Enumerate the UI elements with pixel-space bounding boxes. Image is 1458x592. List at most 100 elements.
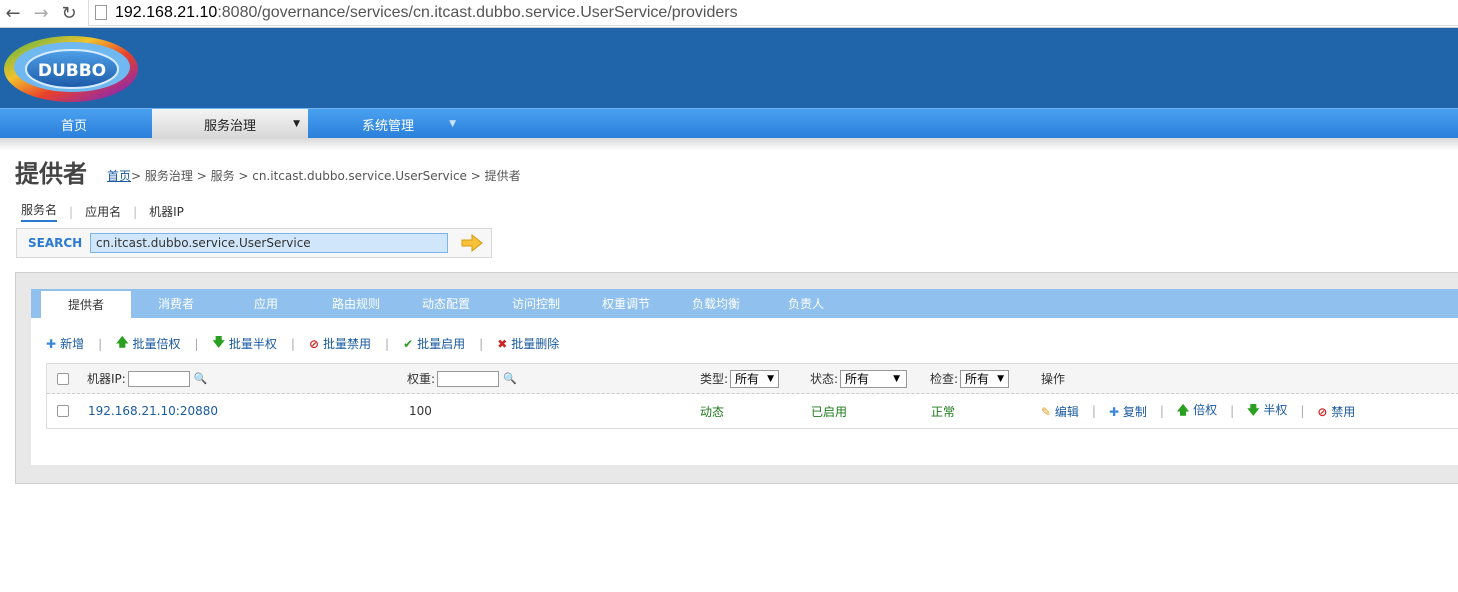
- nav-home[interactable]: 首页: [0, 109, 148, 139]
- add-label: 新增: [60, 337, 85, 351]
- copy-button[interactable]: ✚ 复制: [1109, 403, 1147, 420]
- header-ops-label: 操作: [1041, 372, 1066, 386]
- browser-address-bar: ← → ↻ 192.168.21.10:8080/governance/serv…: [0, 0, 1458, 28]
- header-ip: 机器IP: 🔍: [87, 364, 208, 393]
- header-status: 状态: 所有 ▼: [810, 364, 907, 393]
- search-go-arrow-icon[interactable]: [461, 234, 483, 252]
- batch-delete-label: 批量删除: [511, 337, 560, 351]
- search-tab-ip[interactable]: 机器IP: [149, 203, 184, 220]
- select-all-cell: [57, 364, 69, 393]
- table-row: 192.168.21.10:20880 100 动态 已启用 正常 ✎ 编辑 |…: [47, 394, 1458, 428]
- batch-disable-button[interactable]: ⊘ 批量禁用: [309, 335, 371, 352]
- search-icon[interactable]: 🔍: [194, 372, 208, 385]
- type-filter-select[interactable]: 所有 ▼: [730, 369, 779, 388]
- divider: |: [479, 336, 484, 351]
- chevron-down-icon: ▼: [997, 373, 1004, 384]
- double-weight-label: 倍权: [1193, 402, 1218, 417]
- divider: |: [69, 204, 74, 219]
- select-all-checkbox[interactable]: [57, 372, 69, 385]
- nav-system-management-label: 系统管理: [361, 118, 414, 134]
- row-ip-link[interactable]: 192.168.21.10:20880: [88, 404, 218, 418]
- logo-text: DUBBO: [38, 61, 106, 81]
- weight-filter-input[interactable]: [437, 370, 500, 387]
- header-ops: 操作: [1041, 364, 1065, 393]
- check-filter-value: 所有: [965, 372, 990, 386]
- tab-owners[interactable]: 负责人: [761, 289, 851, 318]
- batch-half-label: 批量半权: [228, 337, 277, 351]
- nav-home-label: 首页: [60, 118, 87, 134]
- batch-delete-button[interactable]: ✖ 批量删除: [497, 335, 559, 352]
- row-status-cell: 已启用: [811, 394, 847, 428]
- row-weight-cell: 100: [409, 394, 432, 428]
- add-button[interactable]: ✚ 新增: [46, 335, 84, 352]
- tab-consumers[interactable]: 消费者: [131, 289, 221, 318]
- header-status-label: 状态:: [810, 372, 839, 386]
- breadcrumb-home-link[interactable]: 首页: [107, 167, 131, 184]
- check-filter-select[interactable]: 所有 ▼: [960, 369, 1009, 388]
- row-checkbox[interactable]: [57, 405, 69, 417]
- double-weight-button[interactable]: 🡅 倍权: [1177, 401, 1217, 422]
- forward-arrow-icon[interactable]: →: [30, 2, 52, 24]
- nav-system-management[interactable]: 系统管理 ▼: [310, 109, 466, 139]
- header-weight-label: 权重:: [407, 372, 436, 386]
- half-weight-button[interactable]: 🡇 半权: [1247, 401, 1287, 422]
- status-filter-select[interactable]: 所有 ▼: [840, 369, 907, 388]
- divider: |: [98, 336, 103, 351]
- breadcrumb-path: > 服务治理 > 服务 > cn.itcast.dubbo.service.Us…: [131, 169, 521, 183]
- batch-enable-button[interactable]: ✔ 批量启用: [403, 335, 465, 352]
- header-weight: 权重: 🔍: [407, 364, 517, 393]
- tab-bar: 提供者 消费者 应用 路由规则 动态配置 访问控制 权重调节 负载均衡 负责人: [31, 289, 1458, 318]
- batch-double-button[interactable]: 🡅 批量倍权: [116, 333, 180, 354]
- nav-shadow: [0, 138, 1458, 150]
- providers-table: 机器IP: 🔍 权重: 🔍 类型: 所有 ▼ 状态: 所有 ▼ 检查: 所有 ▼…: [46, 363, 1458, 429]
- search-type-tabs: 服务名 | 应用名 | 机器IP: [21, 201, 184, 222]
- nav-service-governance-label: 服务治理: [203, 118, 256, 134]
- plus-icon: ✚: [46, 336, 57, 351]
- main-nav: 首页 服务治理 ▼ 系统管理 ▼: [0, 108, 1458, 139]
- divider: |: [385, 336, 390, 351]
- search-input[interactable]: [90, 233, 448, 253]
- page-icon: [95, 5, 107, 20]
- tab-routes[interactable]: 路由规则: [311, 289, 401, 318]
- url-field[interactable]: 192.168.21.10:8080/governance/services/c…: [88, 0, 1458, 26]
- tab-overrides[interactable]: 动态配置: [401, 289, 491, 318]
- row-ip-cell: 192.168.21.10:20880: [88, 394, 218, 428]
- tab-weights[interactable]: 权重调节: [581, 289, 671, 318]
- header-ip-label: 机器IP:: [87, 372, 126, 386]
- row-weight: 100: [409, 404, 432, 418]
- row-type-cell: 动态: [700, 394, 724, 428]
- url-path: :8080/governance/services/cn.itcast.dubb…: [217, 3, 738, 21]
- table-header: 机器IP: 🔍 权重: 🔍 类型: 所有 ▼ 状态: 所有 ▼ 检查: 所有 ▼…: [47, 364, 1458, 394]
- breadcrumb: 首页 > 服务治理 > 服务 > cn.itcast.dubbo.service…: [107, 167, 521, 184]
- tab-access[interactable]: 访问控制: [491, 289, 581, 318]
- row-ops-cell: ✎ 编辑 | ✚ 复制 | 🡅 倍权 | 🡇 半权 | ⊘ 禁用: [1041, 394, 1355, 428]
- nav-service-governance[interactable]: 服务治理 ▼: [152, 109, 308, 139]
- search-icon[interactable]: 🔍: [503, 372, 517, 385]
- url-host: 192.168.21.10: [115, 3, 218, 21]
- chevron-down-icon: ▼: [893, 373, 900, 384]
- edit-button[interactable]: ✎ 编辑: [1041, 403, 1079, 420]
- reload-icon[interactable]: ↻: [58, 2, 80, 24]
- divider: |: [194, 336, 199, 351]
- disable-label: 禁用: [1331, 404, 1356, 419]
- arrow-down-icon: 🡇: [212, 335, 225, 349]
- plus-icon: ✚: [1108, 404, 1120, 419]
- content-panel: 提供者 消费者 应用 路由规则 动态配置 访问控制 权重调节 负载均衡 负责人 …: [15, 272, 1458, 484]
- header-check-label: 检查:: [930, 372, 959, 386]
- header-check: 检查: 所有 ▼: [930, 364, 1009, 393]
- search-tab-application[interactable]: 应用名: [85, 203, 121, 220]
- tab-loadbalances[interactable]: 负载均衡: [671, 289, 761, 318]
- header-type: 类型: 所有 ▼: [700, 364, 779, 393]
- back-arrow-icon[interactable]: ←: [2, 2, 24, 24]
- batch-enable-label: 批量启用: [417, 337, 466, 351]
- batch-actions: ✚ 新增 | 🡅 批量倍权 | 🡇 批量半权 | ⊘ 批量禁用 | ✔ 批量启用: [46, 333, 559, 354]
- search-tab-service[interactable]: 服务名: [21, 201, 58, 222]
- ip-filter-input[interactable]: [127, 370, 190, 387]
- batch-double-label: 批量倍权: [132, 337, 181, 351]
- row-actions: ✎ 编辑 | ✚ 复制 | 🡅 倍权 | 🡇 半权 | ⊘ 禁用: [1041, 401, 1355, 422]
- tab-providers[interactable]: 提供者: [41, 289, 131, 318]
- batch-half-button[interactable]: 🡇 批量半权: [213, 333, 277, 354]
- disable-button[interactable]: ⊘ 禁用: [1317, 403, 1355, 420]
- dubbo-logo[interactable]: DUBBO: [2, 34, 140, 104]
- tab-applications[interactable]: 应用: [221, 289, 311, 318]
